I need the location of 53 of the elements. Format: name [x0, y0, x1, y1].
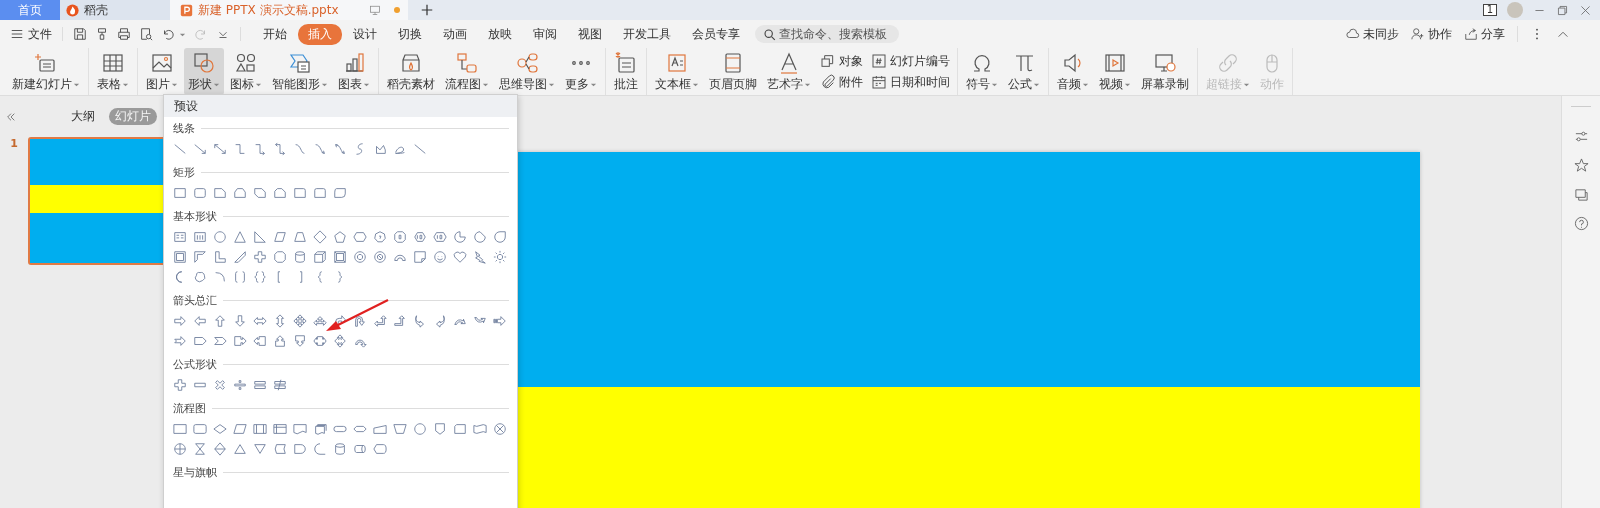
ribbon-small-button[interactable]: 日期和时间 — [871, 74, 950, 90]
panel-tab[interactable]: 大纲 — [65, 108, 101, 125]
ribbon-button[interactable]: 视频 — [1095, 48, 1135, 95]
ribbon-small-button[interactable]: 对象 — [820, 53, 863, 69]
command-search-field[interactable]: 查找命令、搜索模板 — [755, 25, 899, 43]
menu-header: 预设 — [164, 95, 517, 117]
section-title: 基本形状 — [173, 208, 217, 224]
section-title: 流程图 — [173, 400, 206, 416]
ribbon-button[interactable]: 音频 — [1053, 48, 1093, 95]
ribbon-tab[interactable]: 放映 — [478, 23, 522, 45]
ribbon-tab[interactable]: 动画 — [433, 23, 477, 45]
ribbon-button[interactable]: 流程图 — [441, 48, 493, 95]
ribbon-small-button[interactable]: 幻灯片编号 — [871, 53, 950, 69]
file-menu-button[interactable]: 文件 — [10, 25, 62, 43]
ribbon-button[interactable]: 形状 — [184, 48, 224, 95]
slide-number: 1 — [9, 137, 19, 152]
ribbon-tab[interactable]: 视图 — [568, 23, 612, 45]
ribbon-button[interactable]: 稻壳素材 — [383, 48, 439, 95]
tab-label: 新建 PPTX 演示文稿.pptx — [198, 1, 340, 19]
section-title: 矩形 — [173, 164, 195, 180]
ribbon-button[interactable]: 符号 — [962, 48, 1002, 95]
ribbon-small-button[interactable]: 附件 — [820, 74, 863, 90]
ribbon-button[interactable]: 屏幕录制 — [1137, 48, 1193, 95]
section-title: 公式形状 — [173, 356, 217, 372]
ribbon-button[interactable]: 公式 — [1004, 48, 1044, 95]
window-count-badge[interactable]: 1 — [1482, 4, 1497, 16]
ribbon-tab[interactable]: 切换 — [388, 23, 432, 45]
ribbon-tab[interactable]: 设计 — [343, 23, 387, 45]
toolbar-action-button[interactable]: 未同步 — [1346, 25, 1399, 43]
ribbon-button[interactable]: 文本框 — [651, 48, 703, 95]
ribbon-button[interactable]: 图片 — [142, 48, 182, 95]
ribbon-button[interactable]: 批注 — [610, 48, 642, 95]
ribbon-button[interactable]: 思维导图 — [495, 48, 559, 95]
toolbar-action-button[interactable]: 分享 — [1464, 25, 1505, 43]
ribbon-button[interactable]: 表格 — [93, 48, 133, 95]
ribbon-button[interactable]: 智能图形 — [268, 48, 332, 95]
app-tab[interactable]: 稻壳 — [60, 0, 170, 20]
ribbon-button[interactable]: 新建幻灯片 — [8, 48, 84, 95]
ribbon-button[interactable]: 页眉页脚 — [705, 48, 761, 95]
ribbon-tab[interactable]: 开发工具 — [613, 23, 681, 45]
ribbon-tab[interactable]: 开始 — [253, 23, 297, 45]
tab-label: 稻壳 — [84, 1, 108, 19]
ribbon-tab[interactable]: 会员专享 — [682, 23, 750, 45]
toolbar-action-button[interactable]: 协作 — [1411, 25, 1452, 43]
document-tab[interactable]: 新建 PPTX 演示文稿.pptx — [170, 0, 408, 20]
ribbon-button[interactable]: 图表 — [334, 48, 374, 95]
ribbon-button[interactable]: 艺术字 — [763, 48, 815, 95]
section-title: 线条 — [173, 120, 195, 136]
ribbon-tab[interactable]: 审阅 — [523, 23, 567, 45]
section-title: 箭头总汇 — [173, 292, 217, 308]
ribbon-button[interactable]: 更多 — [561, 48, 601, 95]
section-title: 星与旗帜 — [173, 464, 217, 480]
ribbon-button[interactable]: 图标 — [226, 48, 266, 95]
